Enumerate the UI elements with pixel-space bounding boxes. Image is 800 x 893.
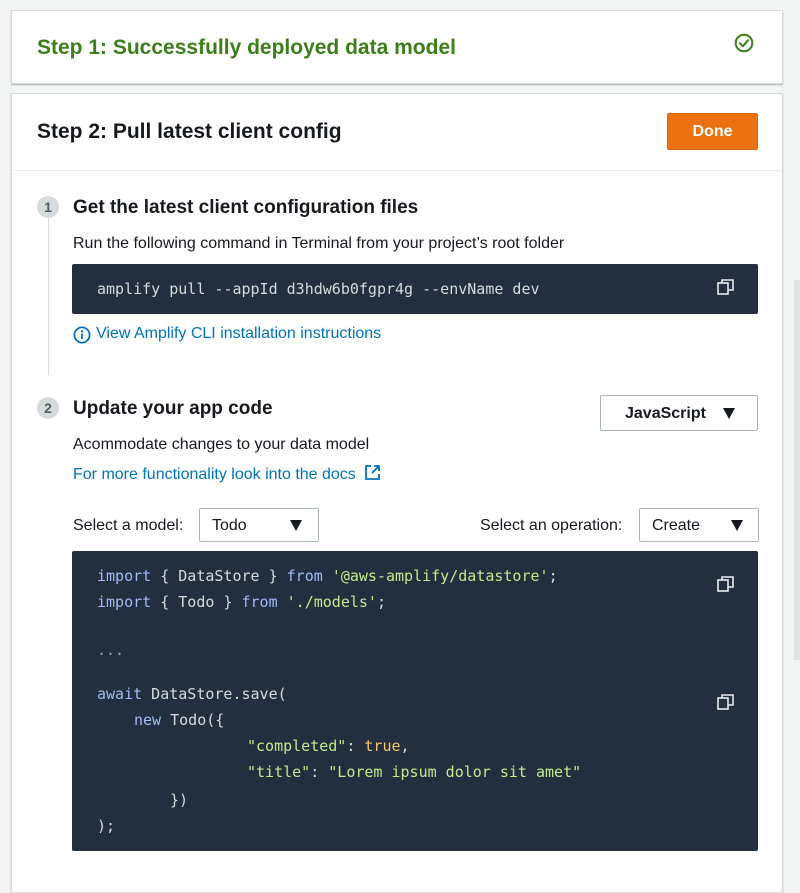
command-text: amplify pull --appId d3hdw6b0fgpr4g --en… <box>97 280 540 298</box>
language-select[interactable]: JavaScript <box>600 395 758 431</box>
model-select-value: Todo <box>212 517 247 534</box>
model-select-label: Select a model: <box>73 517 184 534</box>
command-code-block[interactable]: amplify pull --appId d3hdw6b0fgpr4g --en… <box>72 264 758 314</box>
model-select[interactable]: Todo <box>199 508 319 542</box>
code-line-import-models: import { Todo } from './models'; <box>97 593 386 611</box>
info-icon <box>73 326 91 344</box>
copy-icon[interactable] <box>716 277 736 297</box>
step2-header: Step 2: Pull latest client config Done <box>12 94 782 171</box>
step1-title: Step 1: Successfully deployed data model <box>37 36 456 59</box>
operation-select[interactable]: Create <box>639 508 759 542</box>
app-code-block[interactable]: import { DataStore } from '@aws-amplify/… <box>72 551 758 851</box>
code-line-await: await DataStore.save( <box>97 685 287 703</box>
substep-number-1: 1 <box>37 196 59 218</box>
chevron-down-icon <box>290 520 302 531</box>
code-line-close-obj: }) <box>170 791 189 809</box>
chevron-down-icon <box>723 408 735 419</box>
language-select-value: JavaScript <box>625 405 706 422</box>
docs-link-label: For more functionality look into the doc… <box>73 466 356 483</box>
code-line-title: "title": "Lorem ipsum dolor sit amet" <box>247 763 582 781</box>
chevron-down-icon <box>731 520 743 531</box>
cli-install-link-label: View Amplify CLI installation instructio… <box>96 325 382 342</box>
code-line-import-datastore: import { DataStore } from '@aws-amplify/… <box>97 567 558 585</box>
copy-icon[interactable] <box>716 574 736 594</box>
substep-2-title: Update your app code <box>73 398 273 419</box>
operation-select-label: Select an operation: <box>480 517 623 534</box>
substep-2-description: Acommodate changes to your data model <box>73 436 370 453</box>
step1-card: Step 1: Successfully deployed data model <box>11 10 783 84</box>
substep-1-description: Run the following command in Terminal fr… <box>73 235 565 252</box>
code-line-completed: "completed": true, <box>247 737 410 755</box>
external-link-icon <box>365 465 381 480</box>
substep-number-2: 2 <box>37 397 59 419</box>
operation-select-value: Create <box>652 517 701 534</box>
step2-title: Step 2: Pull latest client config <box>37 120 342 143</box>
copy-icon[interactable] <box>716 692 736 712</box>
docs-link[interactable]: For more functionality look into the doc… <box>73 462 381 484</box>
done-button[interactable]: Done <box>667 113 758 150</box>
substep-1-title: Get the latest client configuration file… <box>73 197 419 218</box>
code-line-close-call: ); <box>97 817 116 835</box>
step-connector-line <box>48 210 49 375</box>
cli-install-link[interactable]: View Amplify CLI installation instructio… <box>73 325 382 344</box>
page-scrollbar[interactable] <box>794 280 800 660</box>
code-ellipsis: ... <box>97 641 125 659</box>
code-line-new: new Todo({ <box>134 711 225 729</box>
check-circle-icon <box>734 33 754 53</box>
